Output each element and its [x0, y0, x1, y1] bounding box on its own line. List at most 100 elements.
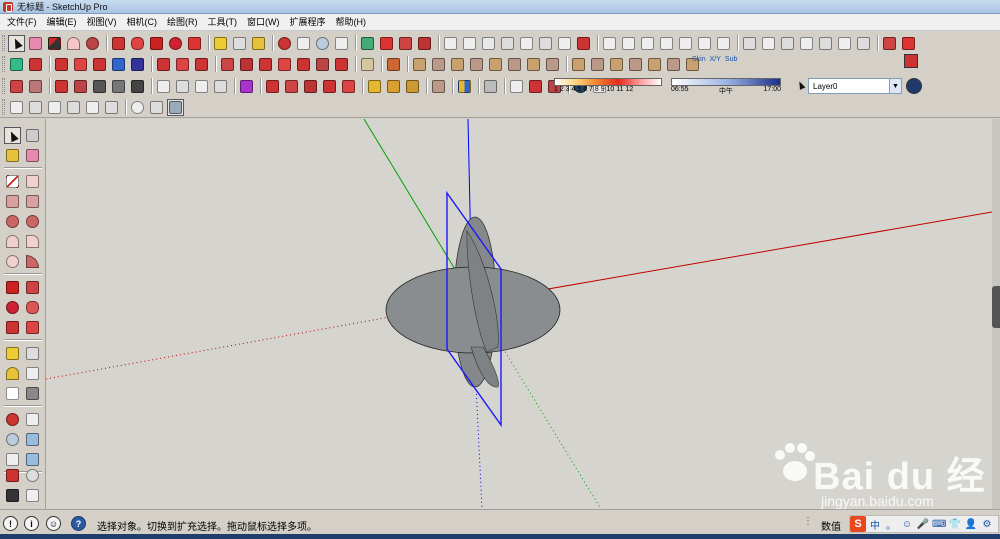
- shapes-button[interactable]: [84, 35, 101, 52]
- menu-camera[interactable]: 相机(C): [122, 14, 163, 31]
- views-iso-button[interactable]: [8, 56, 25, 73]
- palette-pan-button[interactable]: [24, 411, 41, 428]
- plugin-tool-10[interactable]: [620, 35, 637, 52]
- palette-position-camera-button[interactable]: [4, 467, 21, 484]
- camera-back-button[interactable]: [84, 99, 101, 116]
- menu-window[interactable]: 窗口(W): [242, 14, 285, 31]
- ruby-tool-1[interactable]: [264, 78, 281, 95]
- plugin-tool-15[interactable]: [715, 35, 732, 52]
- tool-r2-10[interactable]: [238, 56, 255, 73]
- tool-r2-26[interactable]: [570, 56, 587, 73]
- plugin-tool-21[interactable]: [836, 35, 853, 52]
- ime-settings-icon[interactable]: ⚙: [980, 519, 994, 530]
- palette-section-button[interactable]: [24, 487, 41, 504]
- toolbar-grip[interactable]: [2, 99, 5, 115]
- tape-measure-button[interactable]: [212, 35, 229, 52]
- camera-right-button[interactable]: [65, 99, 82, 116]
- palette-rectangle-button[interactable]: [4, 193, 21, 210]
- sandbox-xy-button[interactable]: X/Y: [710, 56, 721, 63]
- menu-help[interactable]: 帮助(H): [331, 14, 372, 31]
- palette-rotate-button[interactable]: [4, 299, 21, 316]
- camera-iso-button[interactable]: [8, 99, 25, 116]
- tool-r2-6[interactable]: [155, 56, 172, 73]
- components-button[interactable]: [378, 35, 395, 52]
- push-pull-button[interactable]: [110, 35, 127, 52]
- sandbox-skin-button[interactable]: Skin: [692, 56, 706, 63]
- plugin-tool-11[interactable]: [639, 35, 656, 52]
- plugin-tool-5[interactable]: [518, 35, 535, 52]
- style-tool-7[interactable]: [174, 78, 191, 95]
- select-tool-button[interactable]: [8, 34, 25, 52]
- ime-toolbar[interactable]: S 中 。 ☺ 🎤 ⌨ 👕 👤 ⚙: [849, 515, 999, 533]
- credits-icon[interactable]: i: [24, 516, 39, 531]
- tool-r3-a[interactable]: [482, 78, 499, 95]
- palette-move-button[interactable]: [4, 279, 21, 296]
- palette-3dtext-button[interactable]: [24, 385, 41, 402]
- ime-emoji-icon[interactable]: ☺: [900, 519, 914, 530]
- shadow-time-slider[interactable]: 06:55 中午 17:00: [671, 78, 781, 96]
- tool-r2-21[interactable]: [468, 56, 485, 73]
- roof-button[interactable]: [456, 78, 473, 95]
- tool-r2-9[interactable]: [219, 56, 236, 73]
- user-account-icon[interactable]: ☺: [46, 516, 61, 531]
- ruby-tool-5[interactable]: [340, 78, 357, 95]
- tool-r2-30[interactable]: [646, 56, 663, 73]
- model-viewport[interactable]: Bai du 经验 jingyan.baidu.com: [46, 119, 992, 509]
- palette-offset-button[interactable]: [24, 319, 41, 336]
- stairs-button[interactable]: [430, 78, 447, 95]
- plugin-tool-13[interactable]: [677, 35, 694, 52]
- tool-r2-22[interactable]: [487, 56, 504, 73]
- palette-zoom-window-button[interactable]: [24, 431, 41, 448]
- camera-front-button[interactable]: [46, 99, 63, 116]
- eraser-button[interactable]: [27, 35, 44, 52]
- plugin-tool-14[interactable]: [696, 35, 713, 52]
- palette-paint-button[interactable]: [4, 147, 21, 164]
- arc-button[interactable]: [65, 35, 82, 52]
- tool-r2-5[interactable]: [129, 56, 146, 73]
- plugin-tool-7[interactable]: [556, 35, 573, 52]
- camera-left-button[interactable]: [103, 99, 120, 116]
- ime-account-icon[interactable]: 👤: [964, 519, 978, 530]
- rotate-button[interactable]: [167, 35, 184, 52]
- palette-previous-button[interactable]: [24, 451, 41, 468]
- plugin-tool-2[interactable]: [461, 35, 478, 52]
- palette-2pt-arc-button[interactable]: [24, 233, 41, 250]
- plugin-tool-24[interactable]: [900, 35, 917, 52]
- style-tool-9[interactable]: [212, 78, 229, 95]
- toolbar-grip[interactable]: [2, 78, 5, 94]
- menu-view[interactable]: 视图(V): [82, 14, 122, 31]
- row3-end-icon[interactable]: [904, 54, 918, 68]
- ruby-tool-4[interactable]: [321, 78, 338, 95]
- plugin-tool-12[interactable]: [658, 35, 675, 52]
- help-icon[interactable]: ?: [71, 516, 86, 531]
- palette-followme-button[interactable]: [24, 299, 41, 316]
- palette-3pt-arc-button[interactable]: [4, 253, 21, 270]
- ime-mode-chinese[interactable]: 中: [868, 517, 882, 532]
- solid-tool-2[interactable]: [385, 78, 402, 95]
- palette-eraser-button[interactable]: [24, 147, 41, 164]
- layer-manager-icon[interactable]: [906, 78, 922, 94]
- shadow-time-track[interactable]: [671, 78, 781, 86]
- toolbar-grip[interactable]: [2, 56, 5, 72]
- style-tool-1[interactable]: [53, 78, 70, 95]
- plugin-tool-6[interactable]: [537, 35, 554, 52]
- plugin-tool-3[interactable]: [480, 35, 497, 52]
- zoom-button[interactable]: [314, 35, 331, 52]
- tool-r2-18[interactable]: [411, 56, 428, 73]
- palette-pie-button[interactable]: [24, 253, 41, 270]
- zoom-extents-button[interactable]: [333, 35, 350, 52]
- menu-file[interactable]: 文件(F): [2, 14, 42, 31]
- palette-polygon-button[interactable]: [24, 213, 41, 230]
- views-top-button[interactable]: [27, 56, 44, 73]
- style-tool-3[interactable]: [91, 78, 108, 95]
- section-tool-1[interactable]: [8, 78, 25, 95]
- menu-tools[interactable]: 工具(T): [203, 14, 243, 31]
- palette-rotated-rect-button[interactable]: [24, 193, 41, 210]
- tool-r2-2[interactable]: [72, 56, 89, 73]
- solid-tool-3[interactable]: [404, 78, 421, 95]
- text-style-button[interactable]: [238, 78, 255, 95]
- section-tool-2[interactable]: [27, 78, 44, 95]
- tool-r2-13[interactable]: [295, 56, 312, 73]
- palette-zoom-extents-button[interactable]: [4, 451, 21, 468]
- plugin-tool-8[interactable]: [575, 35, 592, 52]
